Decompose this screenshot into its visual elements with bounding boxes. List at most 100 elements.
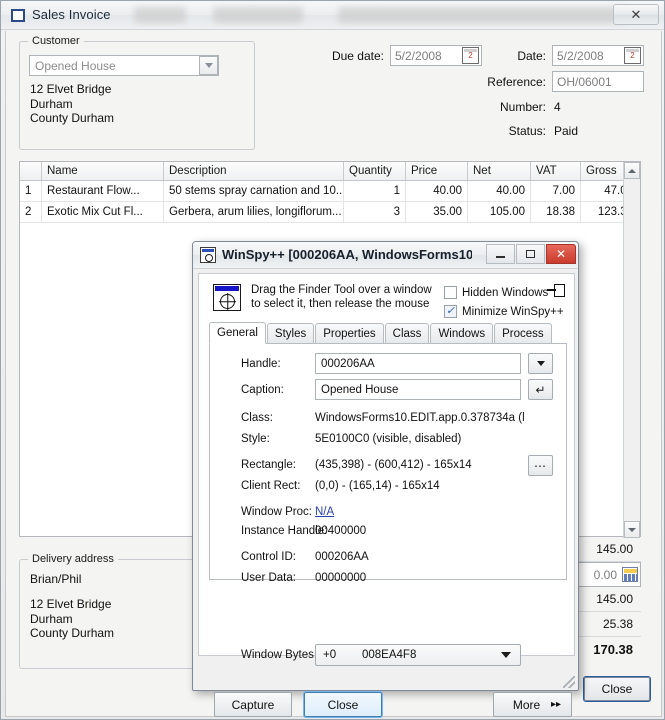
- minimize-icon[interactable]: [486, 244, 515, 264]
- customer-address: 12 Elvet Bridge Durham County Durham: [30, 82, 114, 126]
- due-date-value: 5/2/2008: [391, 49, 462, 63]
- winspy-close-button[interactable]: Close: [304, 692, 382, 717]
- grid-col-vat[interactable]: VAT: [531, 162, 581, 180]
- window-bytes-value: 008EA4F8: [362, 649, 501, 661]
- winspy-app-icon: [200, 247, 216, 263]
- grid-col-price[interactable]: Price: [406, 162, 468, 180]
- user-data-label: User Data:: [241, 572, 296, 584]
- style-label: Style:: [241, 433, 270, 445]
- date-value: 5/2/2008: [553, 49, 624, 63]
- redacted-text-2: [213, 7, 303, 23]
- checkbox-minimize-winspy[interactable]: ✓ Minimize WinSpy++: [444, 305, 564, 318]
- user-data-value: 00000000: [315, 572, 366, 584]
- reference-label: Reference:: [441, 75, 546, 89]
- row-net: 105.00: [468, 202, 531, 222]
- date-label: Date:: [461, 49, 546, 63]
- winspy-titlebar[interactable]: WinSpy++ [000206AA, WindowsForms10.EDIT.…: [193, 242, 578, 269]
- sales-invoice-window: Sales Invoice ✕ Customer Opened House 12…: [0, 0, 665, 720]
- calculator-icon[interactable]: [622, 567, 638, 582]
- more-button[interactable]: More ▸▸: [493, 692, 572, 717]
- row-description: Gerbera, arum lilies, longiflorum...: [164, 202, 344, 222]
- rectangle-label: Rectangle:: [241, 459, 296, 471]
- customer-dropdown-value: Opened House: [30, 59, 199, 73]
- customer-address-line3: County Durham: [30, 111, 114, 126]
- finder-tool-icon[interactable]: [213, 284, 241, 311]
- tab-class[interactable]: Class: [385, 323, 430, 344]
- row-net: 40.00: [468, 181, 531, 201]
- pin-icon[interactable]: [547, 284, 565, 296]
- instance-handle-value: 00400000: [315, 525, 366, 537]
- tab-windows[interactable]: Windows: [430, 323, 493, 344]
- checkbox-hidden-windows[interactable]: Hidden Windows: [444, 286, 548, 299]
- resize-grip[interactable]: [563, 676, 575, 688]
- tab-process[interactable]: Process: [494, 323, 552, 344]
- redacted-text-3: [338, 7, 628, 23]
- grid-header-row: Name Description Quantity Price Net VAT …: [20, 162, 640, 181]
- checkbox-icon[interactable]: [444, 286, 457, 299]
- more-button-label: More: [513, 698, 540, 712]
- client-rect-label: Client Rect:: [241, 480, 300, 492]
- customer-address-line2: Durham: [30, 97, 114, 112]
- grid-col-quantity[interactable]: Quantity: [344, 162, 406, 180]
- window-bytes-dropdown[interactable]: +0 008EA4F8: [315, 644, 521, 666]
- tab-general[interactable]: General: [209, 322, 266, 344]
- rectangle-more-button[interactable]: ⋯: [528, 455, 553, 476]
- customer-dropdown[interactable]: Opened House: [29, 55, 219, 76]
- window-bytes-offset: +0: [316, 649, 362, 661]
- window-icon: [11, 9, 25, 22]
- delivery-address-line3: County Durham: [30, 626, 114, 641]
- caption-field[interactable]: Opened House: [315, 379, 521, 400]
- caption-value: Opened House: [321, 384, 398, 396]
- table-row[interactable]: 2 Exotic Mix Cut Fl... Gerbera, arum lil…: [20, 202, 640, 223]
- row-quantity: 3: [344, 202, 406, 222]
- close-icon[interactable]: ✕: [613, 4, 659, 25]
- scroll-up-icon[interactable]: [624, 162, 640, 179]
- class-value: WindowsForms10.EDIT.app.0.378734a (l: [315, 412, 525, 424]
- handle-value: 000206AA: [321, 358, 375, 370]
- handle-field[interactable]: 000206AA: [315, 353, 521, 374]
- grid-col-net[interactable]: Net: [468, 162, 531, 180]
- checkbox-minimize-label: Minimize WinSpy++: [462, 306, 564, 318]
- grid-col-description[interactable]: Description: [164, 162, 344, 180]
- row-index: 1: [20, 181, 42, 201]
- chevron-down-icon[interactable]: [199, 56, 218, 75]
- due-date-label: Due date:: [319, 49, 384, 63]
- grid-scrollbar[interactable]: [623, 162, 640, 538]
- date-field[interactable]: 5/2/2008: [552, 45, 644, 66]
- chevron-down-icon: [501, 652, 511, 658]
- finder-instructions-line1: Drag the Finder Tool over a window: [251, 283, 446, 297]
- close-icon[interactable]: ✕: [546, 244, 576, 264]
- number-value: 4: [554, 100, 561, 114]
- checkbox-checked-icon[interactable]: ✓: [444, 305, 457, 318]
- redacted-text-1: [134, 7, 186, 23]
- winspy-title-text: WinSpy++ [000206AA, WindowsForms10.EDIT.…: [222, 247, 472, 262]
- capture-button[interactable]: Capture: [214, 692, 292, 717]
- winspy-dialog: WinSpy++ [000206AA, WindowsForms10.EDIT.…: [192, 241, 579, 691]
- grid-col-index[interactable]: [20, 162, 42, 180]
- client-rect-value: (0,0) - (165,14) - 165x14: [315, 480, 440, 492]
- row-name: Exotic Mix Cut Fl...: [42, 202, 164, 222]
- window-proc-value[interactable]: N/A: [315, 506, 334, 518]
- winspy-content: Drag the Finder Tool over a window to se…: [198, 273, 575, 656]
- table-row[interactable]: 1 Restaurant Flow... 50 stems spray carn…: [20, 181, 640, 202]
- maximize-icon[interactable]: [516, 244, 545, 264]
- tab-properties[interactable]: Properties: [315, 323, 383, 344]
- total-discount-value: 0.00: [594, 568, 617, 582]
- scroll-down-icon[interactable]: [624, 521, 640, 538]
- caption-apply-button[interactable]: ↵: [528, 379, 553, 400]
- tab-styles[interactable]: Styles: [267, 323, 314, 344]
- control-id-label: Control ID:: [241, 551, 296, 563]
- winspy-tabs: General Styles Properties Class Windows …: [209, 322, 567, 344]
- calendar-icon[interactable]: [624, 47, 641, 64]
- row-vat: 7.00: [531, 181, 581, 201]
- window-proc-label: Window Proc:: [241, 506, 312, 518]
- delivery-address: 12 Elvet Bridge Durham County Durham: [30, 597, 114, 641]
- window-bytes-label: Window Bytes:: [241, 649, 317, 661]
- double-chevron-right-icon: ▸▸: [551, 699, 561, 710]
- close-button[interactable]: Close: [584, 677, 650, 701]
- finder-instructions-line2: to select it, then release the mouse: [251, 297, 446, 311]
- handle-dropdown-button[interactable]: [528, 353, 553, 374]
- grid-col-name[interactable]: Name: [42, 162, 164, 180]
- reference-field[interactable]: OH/06001: [552, 71, 644, 92]
- row-vat: 18.38: [531, 202, 581, 222]
